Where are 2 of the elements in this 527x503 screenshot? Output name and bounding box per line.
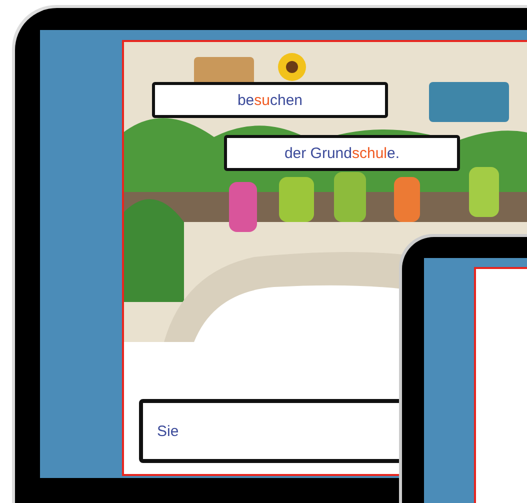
word-chip[interactable]: besuchen	[152, 82, 388, 118]
word-chip[interactable]: der Grundschule.	[224, 135, 460, 171]
